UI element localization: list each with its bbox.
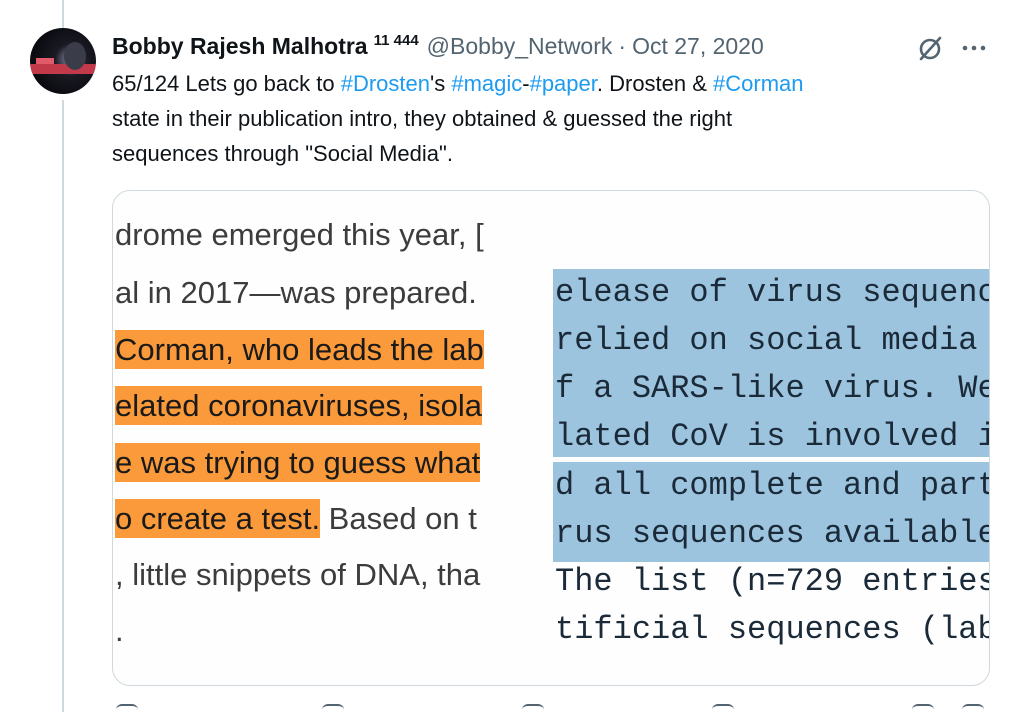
author-name[interactable]: Bobby Rajesh Malhotra: [112, 33, 368, 60]
paper-line: f a SARS-like virus. We: [555, 370, 990, 407]
avatar-detail: [36, 58, 54, 64]
author-handle[interactable]: @Bobby_Network: [427, 33, 613, 60]
avatar[interactable]: [30, 28, 96, 94]
tweet-date[interactable]: Oct 27, 2020: [632, 33, 764, 60]
excerpt-line-highlighted: Corman, who leads the lab: [115, 330, 484, 369]
excerpt-line: al in 2017—was prepared.: [115, 275, 477, 310]
tweet-line: sequences through "Social Media".: [112, 141, 453, 166]
excerpt-line: drome emerged this year, [: [115, 217, 484, 252]
tweet-line: 65/124 Lets go back to #Drosten's #magic…: [112, 66, 972, 101]
excerpt-line-highlighted: elated coronaviruses, isola: [115, 386, 483, 425]
share-icon[interactable]: [962, 704, 984, 714]
excerpt-line-highlighted: e was trying to guess what: [115, 443, 481, 482]
hashtag-link[interactable]: #Corman: [713, 71, 803, 96]
tweet-text-segment: 's: [430, 71, 452, 96]
excerpt-line: .: [115, 613, 124, 648]
hashtag-link[interactable]: #Drosten: [341, 71, 430, 96]
like-icon[interactable]: [522, 704, 544, 714]
avatar-detail: [64, 42, 86, 70]
tweet-text-segment: 65/124 Lets go back to: [112, 71, 341, 96]
paper-line: relied on social media re: [555, 322, 990, 359]
tweet-text-segment: . Drosten &: [596, 71, 714, 96]
tweet-image[interactable]: drome emerged this year, [ al in 2017—wa…: [112, 190, 990, 686]
action-bar: [112, 704, 988, 712]
tweet-header: Bobby Rajesh Malhotra 11 444 @Bobby_Netw…: [112, 30, 764, 62]
excerpt-line-highlighted: o create a test. Based on t: [115, 499, 477, 538]
author-badge: 11 444: [373, 31, 419, 49]
separator: ·: [618, 32, 627, 59]
paper-line: lated CoV is involved in: [555, 418, 990, 455]
views-icon[interactable]: [712, 704, 734, 714]
thread-connector: [62, 100, 64, 712]
paper-line: elease of virus sequences: [555, 274, 990, 311]
avatar-detail: [30, 64, 96, 74]
paper-excerpt: elease of virus sequences relied on soci…: [553, 269, 989, 685]
paper-line: d all complete and part: [555, 467, 990, 504]
thread-connector-top: [62, 0, 64, 28]
reply-icon[interactable]: [116, 704, 138, 714]
tweet-text-segment: -: [522, 71, 530, 96]
hashtag-link[interactable]: #magic: [451, 71, 522, 96]
more-options-icon[interactable]: [960, 34, 988, 62]
paper-line: The list (n=729 entries): [555, 563, 990, 600]
paper-line: rus sequences available: [555, 515, 990, 552]
bookmark-icon[interactable]: [912, 704, 934, 714]
paper-line: tificial sequences (labo: [555, 611, 990, 648]
tweet-text: 65/124 Lets go back to #Drosten's #magic…: [112, 66, 972, 171]
tweet-line: state in their publication intro, they o…: [112, 106, 733, 131]
article-excerpt: drome emerged this year, [ al in 2017—wa…: [113, 191, 551, 685]
repost-icon[interactable]: [322, 704, 344, 714]
hashtag-link[interactable]: #paper: [530, 71, 597, 96]
grok-slash-icon[interactable]: [916, 34, 944, 62]
excerpt-line: , little snippets of DNA, tha: [115, 557, 481, 592]
